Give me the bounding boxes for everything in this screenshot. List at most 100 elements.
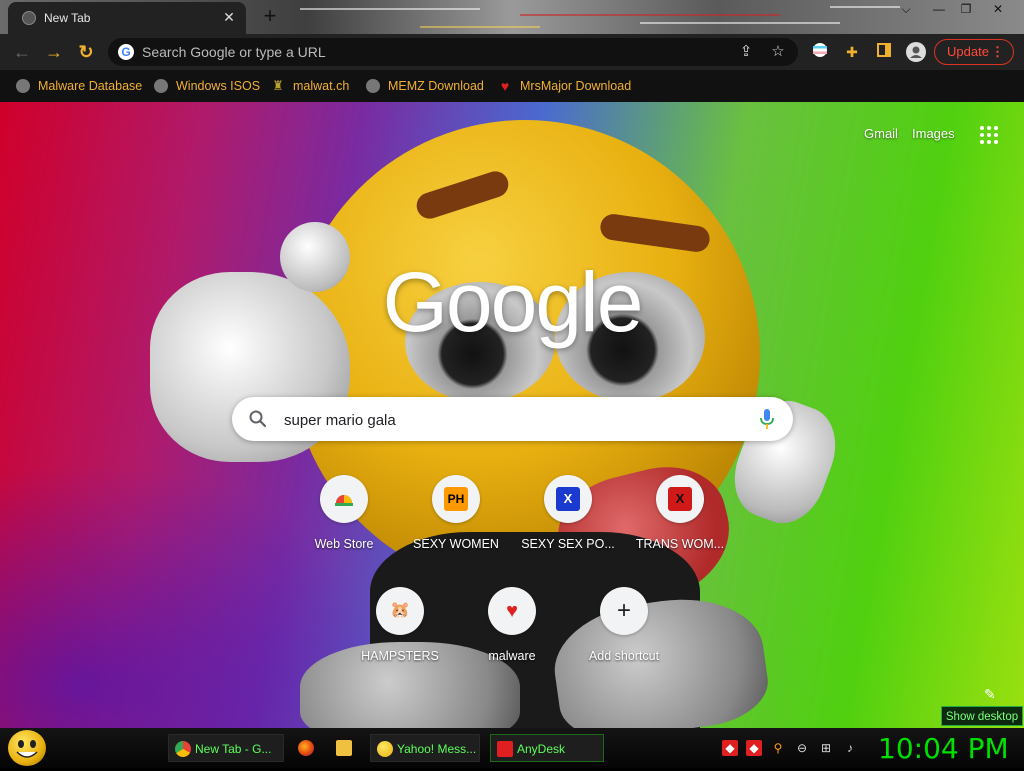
side-panel-icon[interactable] (874, 42, 894, 62)
toolbar: ← → ↻ G Search Google or type a URL ⇪ ☆ … (0, 34, 1024, 70)
search-box[interactable] (232, 397, 793, 441)
profile-flag-icon[interactable] (810, 42, 830, 62)
folder-icon (336, 740, 352, 756)
firefox-icon (298, 740, 314, 756)
minimize-button[interactable]: — (925, 0, 953, 18)
shortcut-tile: 🐹 (376, 587, 424, 635)
omnibox-placeholder: Search Google or type a URL (142, 44, 326, 60)
bookmark-malware-database[interactable]: Malware Database (16, 77, 142, 95)
tab-title: New Tab (44, 11, 91, 25)
hamster-icon: 🐹 (390, 602, 410, 619)
tab-close-icon[interactable]: ✕ (220, 8, 238, 26)
shortcut-hampsters[interactable]: 🐹 HAMPSTERS (344, 587, 456, 687)
chrome-webstore-icon (332, 487, 356, 511)
shortcut-tile: ♥ (488, 587, 536, 635)
new-tab-page: Gmail Images Google Web Store PH SEXY (0, 102, 1024, 728)
shortcut-tile: PH (432, 475, 480, 523)
bookmark-mrsmajor-download[interactable]: ♥ MrsMajor Download (498, 77, 631, 95)
account-avatar-icon[interactable] (906, 42, 926, 62)
task-anydesk[interactable]: AnyDesk (490, 734, 604, 762)
shortcut-label: HAMPSTERS (361, 649, 439, 663)
tray-volume-icon[interactable]: ♪ (842, 740, 858, 756)
tab-strip: New Tab ✕ + ⌵ — ❐ ✕ (0, 0, 1024, 34)
restore-button[interactable]: ❐ (952, 0, 980, 18)
add-shortcut-button[interactable]: + Add shortcut (568, 587, 680, 687)
anydesk-icon (497, 741, 513, 757)
yahoo-messenger-icon (377, 741, 393, 757)
search-input[interactable] (282, 405, 736, 435)
google-logo: Google (382, 255, 644, 349)
shortcut-web-store[interactable]: Web Store (288, 475, 400, 575)
tray-search-icon[interactable]: ⚲ (770, 740, 786, 756)
plus-icon: + (616, 597, 631, 624)
omnibox[interactable]: G Search Google or type a URL ⇪ ☆ (108, 38, 798, 66)
tray-minus-circle-icon[interactable]: ⊖ (794, 740, 810, 756)
task-yahoo-messenger[interactable]: Yahoo! Mess... (370, 734, 480, 762)
taskbar: New Tab - G... Yahoo! Mess... AnyDesk ◆ … (0, 728, 1024, 768)
tray-network-icon[interactable]: ⊞ (818, 740, 834, 756)
shortcut-label: SEXY SEX PO... (521, 537, 615, 551)
x-red-icon: X (668, 487, 692, 511)
bookmark-malwatch[interactable]: ♜ malwat.ch (271, 77, 349, 95)
heart-icon: ♥ (506, 600, 518, 622)
shortcut-tile: + (600, 587, 648, 635)
close-button[interactable]: ✕ (984, 0, 1012, 18)
start-smiley-icon[interactable] (8, 730, 46, 766)
menu-dots-icon[interactable]: ⋮ (991, 40, 1004, 64)
customize-pencil-icon[interactable]: ✎ (984, 686, 1002, 704)
tab-new-tab[interactable]: New Tab ✕ (8, 2, 246, 34)
bookmark-label: MEMZ Download (388, 79, 484, 93)
bookmark-label: Windows ISOS (176, 79, 261, 93)
extensions-puzzle-icon[interactable]: ✚ (842, 42, 862, 62)
shortcut-sexy-women[interactable]: PH SEXY WOMEN (400, 475, 512, 575)
trophy-icon: ♜ (272, 77, 284, 93)
forward-button[interactable]: → (42, 40, 66, 64)
shortcut-sexy-sex-po[interactable]: X SEXY SEX PO... (512, 475, 624, 575)
tab-search-icon[interactable]: ⌵ (892, 0, 920, 18)
bookmark-star-icon[interactable]: ☆ (768, 42, 788, 62)
back-button[interactable]: ← (10, 40, 34, 64)
shortcut-label: TRANS WOM... (635, 537, 725, 551)
task-firefox[interactable] (296, 734, 318, 762)
shortcut-label: malware (488, 649, 536, 663)
shortcut-label: Add shortcut (588, 649, 660, 663)
bookmark-windows-isos[interactable]: Windows ISOS (154, 77, 260, 95)
task-file-explorer[interactable] (334, 734, 356, 762)
share-icon[interactable]: ⇪ (736, 42, 756, 62)
update-button[interactable]: Update ⋮ (934, 39, 1014, 65)
globe-icon (16, 78, 30, 93)
task-chrome[interactable]: New Tab - G... (168, 734, 284, 762)
shortcut-malware[interactable]: ♥ malware (456, 587, 568, 687)
heart-icon: ♥ (500, 77, 510, 94)
search-icon (249, 410, 267, 428)
task-label: New Tab - G... (195, 742, 272, 756)
bookmark-label: Malware Database (38, 79, 143, 93)
chrome-icon (175, 741, 191, 757)
tray-anydesk-icon[interactable]: ◆ (722, 740, 738, 756)
images-link[interactable]: Images (912, 126, 955, 141)
google-g-icon: G (118, 44, 134, 60)
gmail-link[interactable]: Gmail (864, 126, 898, 141)
bookmark-memz-download[interactable]: MEMZ Download (366, 77, 484, 95)
reload-button[interactable]: ↻ (74, 40, 98, 64)
show-desktop-tooltip: Show desktop (941, 706, 1023, 726)
shortcut-label: SEXY WOMEN (413, 537, 499, 551)
globe-icon (154, 78, 168, 93)
new-tab-button[interactable]: + (259, 5, 281, 27)
tab-favicon-icon (22, 11, 36, 25)
shortcut-label: Web Store (314, 537, 374, 551)
update-label: Update (947, 44, 989, 59)
taskbar-clock[interactable]: 10:04 PM (878, 732, 1009, 765)
task-label: AnyDesk (517, 742, 566, 756)
task-label: Yahoo! Mess... (397, 742, 477, 756)
shortcut-tile (320, 475, 368, 523)
tray-anydesk-2-icon[interactable]: ◆ (746, 740, 762, 756)
bookmark-label: malwat.ch (293, 79, 350, 93)
shortcut-tile: X (544, 475, 592, 523)
microphone-icon[interactable] (759, 408, 775, 430)
shortcut-tile: X (656, 475, 704, 523)
shortcut-trans-wom[interactable]: X TRANS WOM... (624, 475, 736, 575)
x-blue-icon: X (556, 487, 580, 511)
google-apps-grid-icon[interactable] (980, 126, 1000, 146)
bookmarks-bar: Malware Database Windows ISOS ♜ malwat.ch… (0, 70, 1024, 102)
